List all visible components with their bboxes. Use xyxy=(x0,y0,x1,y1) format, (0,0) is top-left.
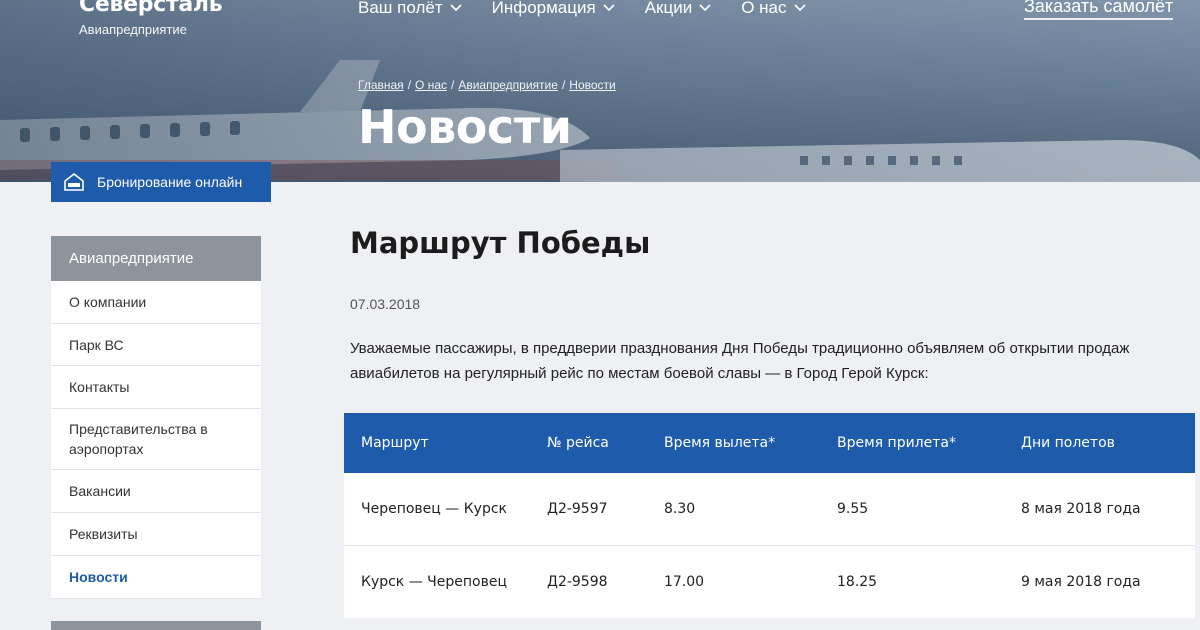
sidebar: Авиапредприятие О компании Парк ВС Конта… xyxy=(51,236,261,630)
nav-label: Акции xyxy=(644,0,693,17)
logo-subtitle: Авиапредприятие xyxy=(79,22,187,37)
cell-route: Курск — Череповец xyxy=(361,574,507,590)
chevron-down-icon xyxy=(793,4,806,12)
cell-route: Череповец — Курск xyxy=(361,501,507,517)
sidebar-item-contacts[interactable]: Контакты xyxy=(51,366,261,409)
nav-about[interactable]: О нас xyxy=(741,0,806,18)
article-title: Маршрут Победы xyxy=(350,226,651,260)
cell-arrival: 18.25 xyxy=(837,574,878,590)
sidebar-item-requisites[interactable]: Реквизиты xyxy=(51,513,261,556)
cell-departure: 8.30 xyxy=(664,501,696,517)
cell-flight: Д2-9597 xyxy=(547,501,608,517)
main-nav: Ваш полёт Информация Акции О нас xyxy=(358,0,806,18)
sidebar-item-about-company[interactable]: О компании xyxy=(51,281,261,324)
sidebar-item-vacancies[interactable]: Вакансии xyxy=(51,470,261,513)
breadcrumb-about[interactable]: О нас xyxy=(415,78,447,92)
booking-online-button[interactable]: Бронирование онлайн xyxy=(51,162,271,202)
cell-departure: 17.00 xyxy=(664,574,705,590)
column-header-arrival: Время прилета* xyxy=(837,435,956,451)
sidebar-item-fleet[interactable]: Парк ВС xyxy=(51,324,261,366)
booking-label: Бронирование онлайн xyxy=(97,174,243,190)
table-header: Маршрут № рейса Время вылета* Время прил… xyxy=(344,413,1195,473)
sidebar-heading: Авиапредприятие xyxy=(51,236,261,281)
breadcrumb-news[interactable]: Новости xyxy=(569,78,615,92)
article-date: 07.03.2018 xyxy=(350,296,421,312)
column-header-flight: № рейса xyxy=(547,435,609,451)
table-row: Череповец — Курск Д2-9597 8.30 9.55 8 ма… xyxy=(344,473,1195,546)
cell-days: 9 мая 2018 года xyxy=(1021,574,1141,590)
column-header-departure: Время вылета* xyxy=(664,435,776,451)
sidebar-item-representations[interactable]: Представительства в аэропортах xyxy=(51,409,261,470)
logo-name: Северсталь xyxy=(79,0,223,17)
nav-promotions[interactable]: Акции xyxy=(645,0,712,18)
table-row: Курск — Череповец Д2-9598 17.00 18.25 9 … xyxy=(344,546,1195,618)
column-header-days: Дни полетов xyxy=(1021,435,1115,451)
breadcrumb: Главная / О нас / Авиапредприятие / Ново… xyxy=(358,78,616,92)
order-plane-link[interactable]: Заказать самолёт xyxy=(1024,0,1174,20)
breadcrumb-company[interactable]: Авиапредприятие xyxy=(458,78,558,92)
chevron-down-icon xyxy=(450,4,462,12)
cell-flight: Д2-9598 xyxy=(547,574,608,590)
nav-label: Информация xyxy=(491,0,596,17)
article-intro: Уважаемые пассажиры, в преддверии праздн… xyxy=(350,340,1130,382)
column-header-route: Маршрут xyxy=(361,435,429,451)
breadcrumb-separator: / xyxy=(561,78,566,92)
chevron-down-icon xyxy=(603,4,615,12)
schedule-table: Маршрут № рейса Время вылета* Время прил… xyxy=(344,413,1195,618)
cell-days: 8 мая 2018 года xyxy=(1021,501,1141,517)
page-title: Новости xyxy=(358,100,572,154)
breadcrumb-separator: / xyxy=(451,78,455,92)
cell-arrival: 9.55 xyxy=(837,501,869,517)
site-logo[interactable]: Северсталь Авиапредприятие xyxy=(79,0,223,37)
breadcrumb-home[interactable]: Главная xyxy=(358,78,404,92)
sidebar-item-news[interactable]: Новости xyxy=(51,556,261,599)
nav-information[interactable]: Информация xyxy=(492,0,615,18)
nav-your-flight[interactable]: Ваш полёт xyxy=(358,0,462,18)
nav-label: Ваш полёт xyxy=(358,0,443,17)
breadcrumb-separator: / xyxy=(407,78,412,92)
booking-house-icon xyxy=(64,172,84,191)
sidebar-next-block xyxy=(51,621,261,630)
chevron-down-icon xyxy=(699,4,711,12)
nav-label: О нас xyxy=(741,0,787,17)
